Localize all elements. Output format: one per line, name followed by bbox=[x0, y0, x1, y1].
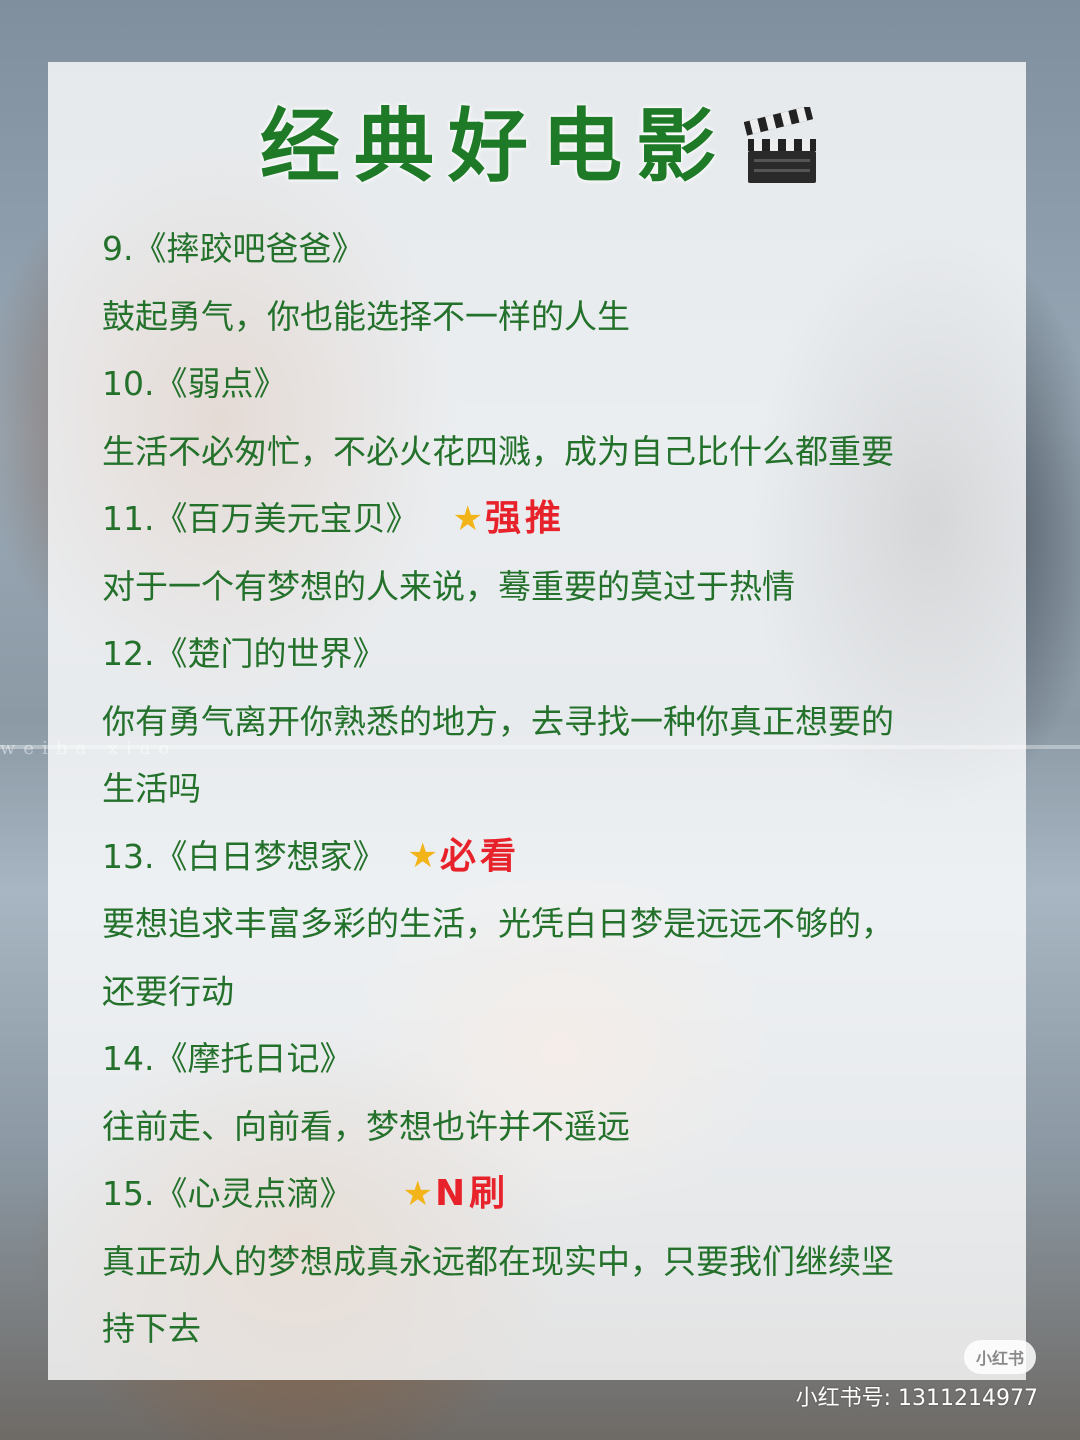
movie-title-row: 14.《摩托日记》 bbox=[102, 1025, 1002, 1093]
xiaohongshu-badge: 小红书 bbox=[964, 1340, 1036, 1374]
movie-title: 9.《摔跤吧爸爸》 bbox=[102, 229, 365, 268]
movie-quote-line: 对于一个有梦想的人来说，蓦重要的莫过于热情 bbox=[102, 566, 795, 606]
movie-title: 14.《摩托日记》 bbox=[102, 1039, 353, 1078]
movie-quote-line: 持下去 bbox=[102, 1309, 201, 1348]
movie-title: 15.《心灵点滴》 bbox=[102, 1174, 353, 1213]
star-icon: ★ bbox=[452, 498, 483, 539]
movie-title-row: 15.《心灵点滴》 ★ N刷 bbox=[102, 1160, 1002, 1228]
movie-list: 9.《摔跤吧爸爸》鼓起勇气，你也能选择不一样的人生 10.《弱点》生活不必匆忙，不… bbox=[102, 215, 1002, 1363]
movie-title-row: 11.《百万美元宝贝》 ★ 强推 bbox=[102, 485, 1002, 553]
title-row: 经典好电影 bbox=[0, 92, 1080, 202]
movie-title-row: 13.《白日梦想家》 ★ 必看 bbox=[102, 823, 1002, 891]
page-title: 经典好电影 bbox=[260, 100, 730, 193]
tag-label: 必看 bbox=[439, 835, 520, 877]
tag-label: 强推 bbox=[484, 498, 565, 539]
star-icon: ★ bbox=[402, 1173, 433, 1214]
tag-label: N刷 bbox=[434, 1173, 510, 1214]
xiaohongshu-id: 小红书号: 1311214977 bbox=[795, 1386, 1038, 1411]
movie-title: 10.《弱点》 bbox=[102, 364, 287, 403]
movie-quote-line: 生活吗 bbox=[102, 769, 201, 808]
movie-title: 13.《白日梦想家》 bbox=[102, 836, 386, 876]
movie-title-row: 12.《楚门的世界》 bbox=[102, 620, 1002, 688]
movie-quote-line: 往前走、向前看，梦想也许并不遥远 bbox=[102, 1106, 630, 1146]
movie-title-row: 9.《摔跤吧爸爸》 bbox=[102, 215, 1002, 283]
star-icon: ★ bbox=[407, 836, 438, 877]
movie-quote-line: 你有勇气离开你熟悉的地方，去寻找一种你真正想要的 bbox=[102, 701, 894, 741]
clapperboard-icon bbox=[743, 105, 820, 187]
movie-title-row: 10.《弱点》 bbox=[102, 350, 1002, 418]
movie-title: 12.《楚门的世界》 bbox=[102, 634, 386, 673]
movie-quote-line: 生活不必匆忙，不必火花四溅，成为自己比什么都重要 bbox=[102, 431, 894, 471]
movie-quote-line: 还要行动 bbox=[102, 971, 234, 1011]
movie-quote-line: 鼓起勇气，你也能选择不一样的人生 bbox=[102, 296, 630, 336]
movie-quote-line: 真正动人的梦想成真永远都在现实中，只要我们继续坚 bbox=[102, 1241, 894, 1281]
movie-title: 11.《百万美元宝贝》 bbox=[102, 499, 419, 538]
movie-quote-line: 要想追求丰富多彩的生活，光凭白日梦是远远不够的， bbox=[102, 904, 894, 943]
recommend-tag: ★ 强推 bbox=[452, 485, 565, 553]
recommend-tag: ★ 必看 bbox=[407, 823, 520, 891]
recommend-tag: ★ N刷 bbox=[402, 1160, 509, 1228]
